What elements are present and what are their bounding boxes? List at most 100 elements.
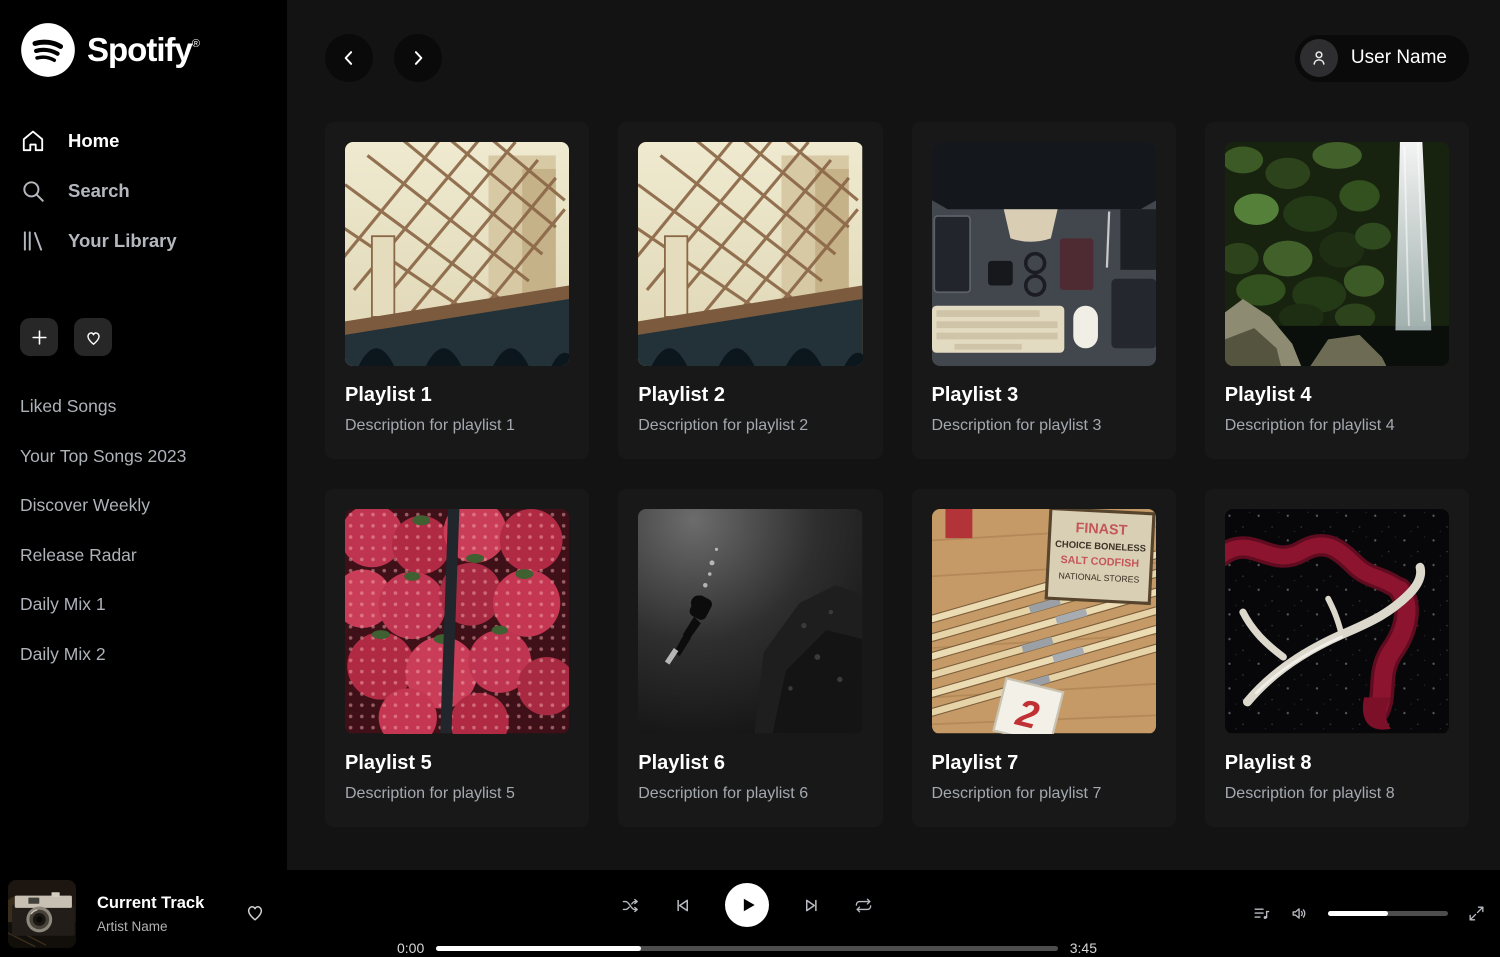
- heart-icon: [84, 328, 103, 347]
- svg-text:FINAST: FINAST: [1075, 520, 1128, 539]
- spotify-logo-icon: [20, 22, 76, 78]
- playlist-1-cover-image: [345, 142, 569, 366]
- skip-next-icon: [802, 896, 821, 915]
- next-track-button[interactable]: [802, 896, 821, 915]
- queue-icon: [1252, 904, 1271, 923]
- forward-button[interactable]: [394, 34, 442, 82]
- playlist-description: Description for playlist 6: [638, 785, 862, 803]
- play-icon: [738, 895, 758, 915]
- playlist-7-cover-image: FINAST CHOICE BONELESS SALT CODFISH NATI…: [932, 509, 1156, 733]
- sidebar-item-home[interactable]: Home: [20, 116, 267, 166]
- user-name: User Name: [1351, 47, 1447, 69]
- user-menu-button[interactable]: User Name: [1295, 35, 1469, 82]
- elapsed-time: 0:00: [397, 940, 424, 956]
- playlist-description: Description for playlist 1: [345, 417, 569, 435]
- playlist-8-cover-image: [1225, 509, 1449, 733]
- progress-fill: [436, 946, 641, 951]
- shuffle-icon: [621, 896, 640, 915]
- sidebar-playlist-item[interactable]: Liked Songs: [20, 382, 267, 432]
- previous-track-button[interactable]: [673, 896, 692, 915]
- heart-icon: [244, 901, 266, 923]
- sidebar-playlists: Liked Songs Your Top Songs 2023 Discover…: [20, 382, 267, 679]
- repeat-icon: [854, 896, 873, 915]
- search-icon: [20, 178, 46, 204]
- sidebar-nav: Home Search Your Library: [20, 116, 267, 266]
- fullscreen-button[interactable]: [1467, 904, 1486, 923]
- avatar: [1300, 39, 1338, 77]
- progress-bar[interactable]: [436, 946, 1058, 951]
- playlist-card-3[interactable]: Playlist 3 Description for playlist 3: [912, 122, 1176, 459]
- playlist-title: Playlist 5: [345, 752, 569, 775]
- playlist-2-cover-image: [638, 142, 862, 366]
- duration-time: 3:45: [1070, 940, 1097, 956]
- volume-slider[interactable]: [1328, 911, 1448, 916]
- registered-mark: ®: [192, 38, 199, 50]
- playlist-card-7[interactable]: FINAST CHOICE BONELESS SALT CODFISH NATI…: [912, 489, 1176, 826]
- sidebar-playlist-item[interactable]: Your Top Songs 2023: [20, 432, 267, 482]
- playlist-title: Playlist 7: [932, 752, 1156, 775]
- sidebar-item-label: Home: [68, 130, 119, 152]
- playlist-card-8[interactable]: Playlist 8 Description for playlist 8: [1205, 489, 1469, 826]
- home-icon: [20, 128, 46, 154]
- playlist-title: Playlist 8: [1225, 752, 1449, 775]
- main-content: User Name: [287, 0, 1500, 870]
- topbar: User Name: [325, 34, 1469, 82]
- sidebar-item-search[interactable]: Search: [20, 166, 267, 216]
- playlist-description: Description for playlist 3: [932, 417, 1156, 435]
- player-right-controls: [1097, 904, 1500, 923]
- playlist-card-4[interactable]: Playlist 4 Description for playlist 4: [1205, 122, 1469, 459]
- sidebar-item-your-library[interactable]: Your Library: [20, 216, 267, 266]
- vintage-camera-art: [8, 880, 76, 948]
- album-art: [8, 880, 76, 948]
- liked-songs-button[interactable]: [74, 318, 112, 356]
- play-button[interactable]: [725, 883, 769, 927]
- playlist-description: Description for playlist 2: [638, 417, 862, 435]
- playlist-3-cover-image: [932, 142, 1156, 366]
- sidebar-item-label: Search: [68, 180, 130, 202]
- playlist-6-cover-image: [638, 509, 862, 733]
- chevron-left-icon: [339, 48, 359, 68]
- playlist-card-6[interactable]: Playlist 6 Description for playlist 6: [618, 489, 882, 826]
- playlist-title: Playlist 1: [345, 384, 569, 407]
- back-button[interactable]: [325, 34, 373, 82]
- playlist-title: Playlist 2: [638, 384, 862, 407]
- plus-icon: [30, 328, 49, 347]
- playlist-description: Description for playlist 5: [345, 785, 569, 803]
- sidebar-item-label: Your Library: [68, 230, 177, 252]
- shuffle-button[interactable]: [621, 896, 640, 915]
- volume-icon: [1290, 904, 1309, 923]
- like-track-button[interactable]: [244, 901, 266, 926]
- library-icon: [20, 228, 46, 254]
- spotify-app: Spotify® Home Search: [0, 0, 1500, 957]
- playlist-description: Description for playlist 7: [932, 785, 1156, 803]
- track-title: Current Track: [97, 894, 204, 913]
- player-bar: Current Track Artist Name: [0, 870, 1500, 957]
- playlist-card-2[interactable]: Playlist 2 Description for playlist 2: [618, 122, 882, 459]
- sidebar-playlist-item[interactable]: Discover Weekly: [20, 481, 267, 531]
- player-center: 0:00 3:45: [397, 871, 1097, 956]
- playlist-4-cover-image: [1225, 142, 1449, 366]
- chevron-right-icon: [408, 48, 428, 68]
- artist-name: Artist Name: [97, 919, 204, 934]
- playlist-title: Playlist 4: [1225, 384, 1449, 407]
- sidebar-playlist-item[interactable]: Daily Mix 2: [20, 630, 267, 680]
- playlist-grid: Playlist 1 Description for playlist 1: [325, 122, 1469, 827]
- create-playlist-button[interactable]: [20, 318, 58, 356]
- fullscreen-icon: [1467, 904, 1486, 923]
- brand-name: Spotify®: [87, 31, 199, 69]
- now-playing: Current Track Artist Name: [0, 880, 397, 948]
- sidebar-playlist-item[interactable]: Release Radar: [20, 531, 267, 581]
- queue-button[interactable]: [1252, 904, 1271, 923]
- playlist-title: Playlist 3: [932, 384, 1156, 407]
- playlist-card-1[interactable]: Playlist 1 Description for playlist 1: [325, 122, 589, 459]
- skip-previous-icon: [673, 896, 692, 915]
- volume-button[interactable]: [1290, 904, 1309, 923]
- sidebar-playlist-item[interactable]: Daily Mix 1: [20, 580, 267, 630]
- playlist-card-5[interactable]: Playlist 5 Description for playlist 5: [325, 489, 589, 826]
- playlist-description: Description for playlist 4: [1225, 417, 1449, 435]
- playlist-title: Playlist 6: [638, 752, 862, 775]
- sidebar: Spotify® Home Search: [0, 0, 287, 870]
- user-icon: [1309, 48, 1329, 68]
- repeat-button[interactable]: [854, 896, 873, 915]
- sidebar-actions: [20, 318, 267, 356]
